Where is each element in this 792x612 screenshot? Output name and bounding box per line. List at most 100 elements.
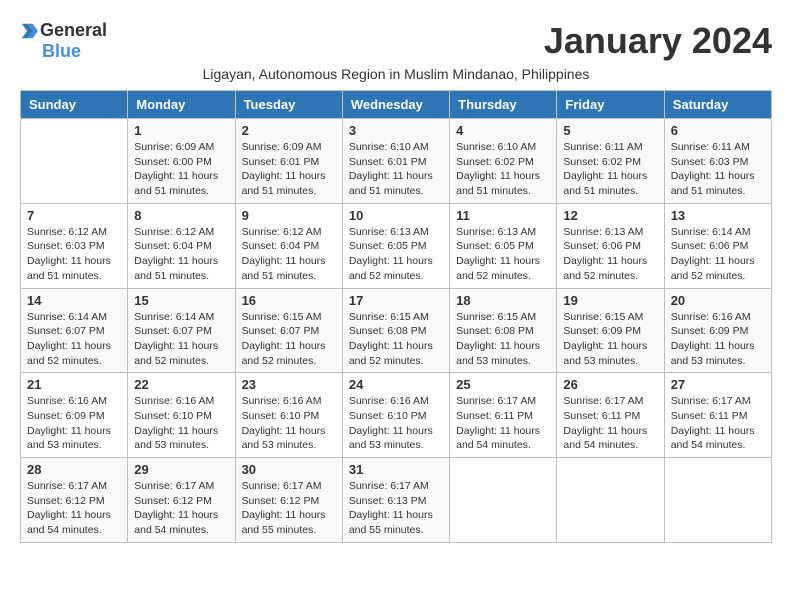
calendar-day-cell: 8 Sunrise: 6:12 AM Sunset: 6:04 PM Daylig… <box>128 203 235 288</box>
day-info: Sunrise: 6:10 AM Sunset: 6:02 PM Dayligh… <box>456 140 550 199</box>
day-info: Sunrise: 6:17 AM Sunset: 6:12 PM Dayligh… <box>242 479 336 538</box>
day-info: Sunrise: 6:15 AM Sunset: 6:09 PM Dayligh… <box>563 310 657 369</box>
day-info: Sunrise: 6:13 AM Sunset: 6:06 PM Dayligh… <box>563 225 657 284</box>
day-number: 20 <box>671 293 765 308</box>
day-number: 25 <box>456 377 550 392</box>
day-number: 9 <box>242 208 336 223</box>
day-number: 5 <box>563 123 657 138</box>
day-info: Sunrise: 6:16 AM Sunset: 6:10 PM Dayligh… <box>242 394 336 453</box>
day-number: 6 <box>671 123 765 138</box>
calendar-day-cell: 27Sunrise: 6:17 AM Sunset: 6:11 PM Dayli… <box>664 373 771 458</box>
calendar-subtitle: Ligayan, Autonomous Region in Muslim Min… <box>20 66 772 82</box>
calendar-day-cell: 14 Sunrise: 6:14 AM Sunset: 6:07 PM Dayli… <box>21 288 128 373</box>
calendar-day-cell: 24 Sunrise: 6:16 AM Sunset: 6:10 PM Dayli… <box>342 373 449 458</box>
day-number: 2 <box>242 123 336 138</box>
calendar-day-cell <box>664 458 771 543</box>
day-info: Sunrise: 6:17 AM Sunset: 6:13 PM Dayligh… <box>349 479 443 538</box>
calendar-day-cell: 25 Sunrise: 6:17 AM Sunset: 6:11 PM Dayli… <box>450 373 557 458</box>
logo-icon <box>20 22 38 40</box>
page-header: General Blue January 2024 <box>20 20 772 62</box>
calendar-day-cell <box>21 119 128 204</box>
day-number: 8 <box>134 208 228 223</box>
day-number: 22 <box>134 377 228 392</box>
logo-blue: Blue <box>42 41 81 62</box>
day-info: Sunrise: 6:17 AM Sunset: 6:11 PM Dayligh… <box>456 394 550 453</box>
calendar-day-cell <box>450 458 557 543</box>
day-number: 14 <box>27 293 121 308</box>
day-number: 3 <box>349 123 443 138</box>
calendar-header-friday: Friday <box>557 91 664 119</box>
day-number: 16 <box>242 293 336 308</box>
calendar-day-cell <box>557 458 664 543</box>
day-info: Sunrise: 6:14 AM Sunset: 6:07 PM Dayligh… <box>27 310 121 369</box>
day-number: 7 <box>27 208 121 223</box>
logo: General Blue <box>20 20 107 62</box>
day-info: Sunrise: 6:15 AM Sunset: 6:08 PM Dayligh… <box>349 310 443 369</box>
day-info: Sunrise: 6:16 AM Sunset: 6:09 PM Dayligh… <box>27 394 121 453</box>
calendar-header-saturday: Saturday <box>664 91 771 119</box>
calendar-day-cell: 22 Sunrise: 6:16 AM Sunset: 6:10 PM Dayli… <box>128 373 235 458</box>
day-info: Sunrise: 6:14 AM Sunset: 6:07 PM Dayligh… <box>134 310 228 369</box>
day-info: Sunrise: 6:12 AM Sunset: 6:04 PM Dayligh… <box>134 225 228 284</box>
calendar-day-cell: 4Sunrise: 6:10 AM Sunset: 6:02 PM Daylig… <box>450 119 557 204</box>
calendar-day-cell: 17 Sunrise: 6:15 AM Sunset: 6:08 PM Dayli… <box>342 288 449 373</box>
calendar-header-sunday: Sunday <box>21 91 128 119</box>
month-title: January 2024 <box>544 20 772 62</box>
day-number: 29 <box>134 462 228 477</box>
calendar-day-cell: 16 Sunrise: 6:15 AM Sunset: 6:07 PM Dayli… <box>235 288 342 373</box>
calendar-day-cell: 7Sunrise: 6:12 AM Sunset: 6:03 PM Daylig… <box>21 203 128 288</box>
calendar-day-cell: 30Sunrise: 6:17 AM Sunset: 6:12 PM Dayli… <box>235 458 342 543</box>
day-info: Sunrise: 6:16 AM Sunset: 6:10 PM Dayligh… <box>349 394 443 453</box>
day-number: 19 <box>563 293 657 308</box>
calendar-day-cell: 6 Sunrise: 6:11 AM Sunset: 6:03 PM Daylig… <box>664 119 771 204</box>
day-info: Sunrise: 6:13 AM Sunset: 6:05 PM Dayligh… <box>349 225 443 284</box>
day-info: Sunrise: 6:16 AM Sunset: 6:09 PM Dayligh… <box>671 310 765 369</box>
day-info: Sunrise: 6:11 AM Sunset: 6:03 PM Dayligh… <box>671 140 765 199</box>
calendar-week-row: 21 Sunrise: 6:16 AM Sunset: 6:09 PM Dayli… <box>21 373 772 458</box>
calendar-day-cell: 10 Sunrise: 6:13 AM Sunset: 6:05 PM Dayli… <box>342 203 449 288</box>
calendar-day-cell: 3 Sunrise: 6:10 AM Sunset: 6:01 PM Daylig… <box>342 119 449 204</box>
calendar-day-cell: 9 Sunrise: 6:12 AM Sunset: 6:04 PM Daylig… <box>235 203 342 288</box>
day-number: 21 <box>27 377 121 392</box>
day-info: Sunrise: 6:15 AM Sunset: 6:08 PM Dayligh… <box>456 310 550 369</box>
day-info: Sunrise: 6:09 AM Sunset: 6:00 PM Dayligh… <box>134 140 228 199</box>
logo-general: General <box>40 20 107 41</box>
day-number: 31 <box>349 462 443 477</box>
calendar-day-cell: 13 Sunrise: 6:14 AM Sunset: 6:06 PM Dayli… <box>664 203 771 288</box>
calendar-header-row: SundayMondayTuesdayWednesdayThursdayFrid… <box>21 91 772 119</box>
calendar-day-cell: 19 Sunrise: 6:15 AM Sunset: 6:09 PM Dayli… <box>557 288 664 373</box>
calendar-day-cell: 5 Sunrise: 6:11 AM Sunset: 6:02 PM Daylig… <box>557 119 664 204</box>
day-number: 1 <box>134 123 228 138</box>
calendar-day-cell: 11Sunrise: 6:13 AM Sunset: 6:05 PM Dayli… <box>450 203 557 288</box>
day-info: Sunrise: 6:15 AM Sunset: 6:07 PM Dayligh… <box>242 310 336 369</box>
day-number: 27 <box>671 377 765 392</box>
day-number: 12 <box>563 208 657 223</box>
calendar-day-cell: 31 Sunrise: 6:17 AM Sunset: 6:13 PM Dayli… <box>342 458 449 543</box>
calendar-day-cell: 20 Sunrise: 6:16 AM Sunset: 6:09 PM Dayli… <box>664 288 771 373</box>
day-info: Sunrise: 6:10 AM Sunset: 6:01 PM Dayligh… <box>349 140 443 199</box>
calendar-day-cell: 28Sunrise: 6:17 AM Sunset: 6:12 PM Dayli… <box>21 458 128 543</box>
calendar-table: SundayMondayTuesdayWednesdayThursdayFrid… <box>20 90 772 543</box>
calendar-day-cell: 21 Sunrise: 6:16 AM Sunset: 6:09 PM Dayli… <box>21 373 128 458</box>
calendar-day-cell: 29Sunrise: 6:17 AM Sunset: 6:12 PM Dayli… <box>128 458 235 543</box>
calendar-week-row: 1 Sunrise: 6:09 AM Sunset: 6:00 PM Daylig… <box>21 119 772 204</box>
calendar-day-cell: 1 Sunrise: 6:09 AM Sunset: 6:00 PM Daylig… <box>128 119 235 204</box>
day-number: 24 <box>349 377 443 392</box>
day-number: 10 <box>349 208 443 223</box>
day-info: Sunrise: 6:17 AM Sunset: 6:11 PM Dayligh… <box>563 394 657 453</box>
calendar-week-row: 7Sunrise: 6:12 AM Sunset: 6:03 PM Daylig… <box>21 203 772 288</box>
day-number: 28 <box>27 462 121 477</box>
calendar-week-row: 14 Sunrise: 6:14 AM Sunset: 6:07 PM Dayli… <box>21 288 772 373</box>
day-number: 13 <box>671 208 765 223</box>
day-info: Sunrise: 6:11 AM Sunset: 6:02 PM Dayligh… <box>563 140 657 199</box>
day-info: Sunrise: 6:16 AM Sunset: 6:10 PM Dayligh… <box>134 394 228 453</box>
day-number: 18 <box>456 293 550 308</box>
calendar-day-cell: 23Sunrise: 6:16 AM Sunset: 6:10 PM Dayli… <box>235 373 342 458</box>
day-info: Sunrise: 6:14 AM Sunset: 6:06 PM Dayligh… <box>671 225 765 284</box>
day-number: 17 <box>349 293 443 308</box>
day-info: Sunrise: 6:13 AM Sunset: 6:05 PM Dayligh… <box>456 225 550 284</box>
calendar-header-monday: Monday <box>128 91 235 119</box>
calendar-week-row: 28 Sunrise: 6:17 AM Sunset: 6:12 PM Dayli… <box>21 458 772 543</box>
day-info: Sunrise: 6:12 AM Sunset: 6:04 PM Dayligh… <box>242 225 336 284</box>
calendar-header-wednesday: Wednesday <box>342 91 449 119</box>
